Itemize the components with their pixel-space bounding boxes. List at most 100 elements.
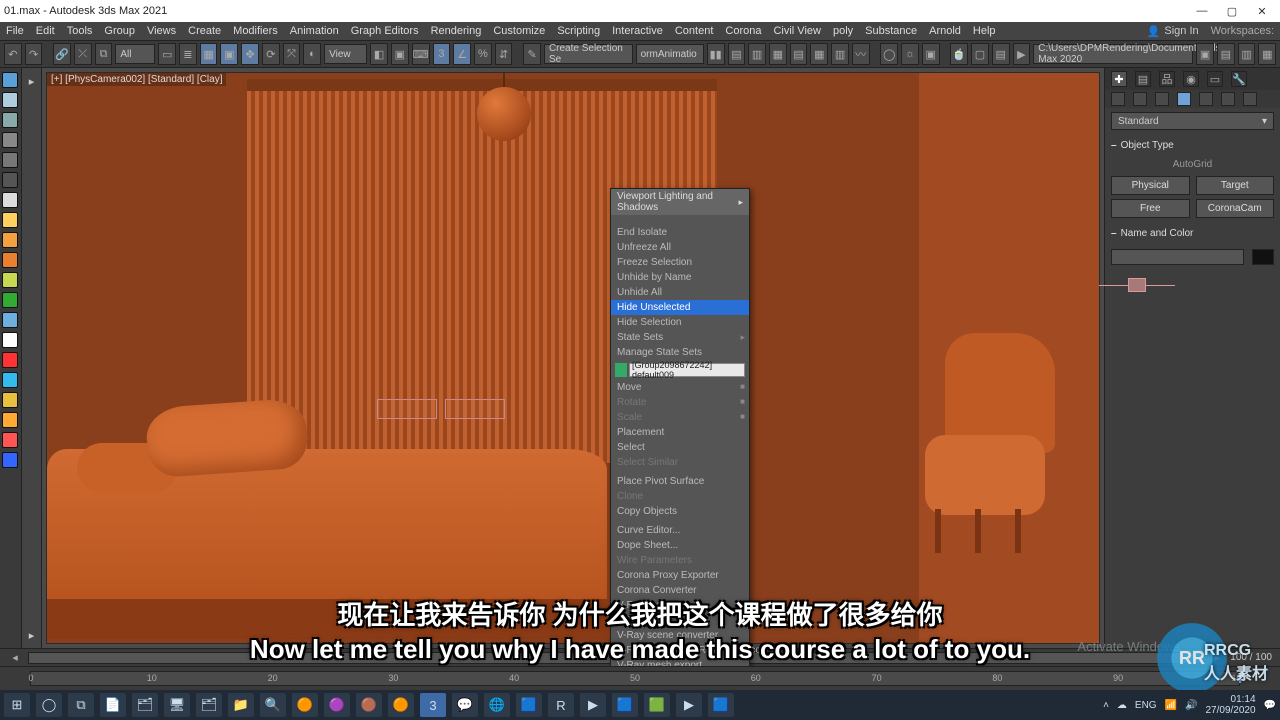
- quad-item-pivot-0[interactable]: Place Pivot Surface: [611, 474, 749, 489]
- object-color-swatch[interactable]: [1252, 249, 1274, 265]
- quad-item-transform-4[interactable]: Select: [611, 440, 749, 455]
- tray-up-icon[interactable]: ˄: [1103, 700, 1109, 711]
- tray-notifications-icon[interactable]: 💬: [1264, 700, 1276, 711]
- menu-scripting[interactable]: Scripting: [557, 25, 600, 37]
- move-button[interactable]: ✥: [241, 43, 259, 65]
- quad-item-display-7[interactable]: State Sets: [611, 330, 749, 345]
- taskbar-app-6[interactable]: 🔍: [260, 693, 286, 717]
- quad-object-name-field[interactable]: [Group2098672242] default009: [629, 363, 745, 377]
- display-tab[interactable]: ▭: [1207, 71, 1223, 87]
- create-physical-button[interactable]: Physical: [1111, 176, 1190, 195]
- menu-tools[interactable]: Tools: [67, 25, 93, 37]
- modify-tab[interactable]: ▤: [1135, 71, 1151, 87]
- quad-item-transform-3[interactable]: Placement: [611, 425, 749, 440]
- create-coronacam-button[interactable]: CoronaCam: [1196, 199, 1275, 218]
- task-view-button[interactable]: ⧉: [68, 693, 94, 717]
- rollout-name-and-color[interactable]: Name and Color: [1111, 228, 1274, 239]
- material-editor-button[interactable]: ◯: [880, 43, 898, 65]
- named-selection-dropdown[interactable]: Create Selection Se: [544, 44, 633, 64]
- angle-snap-button[interactable]: ∠: [453, 43, 471, 65]
- palette-swatch-19[interactable]: [2, 452, 18, 468]
- taskbar-app-16[interactable]: 🟩: [644, 693, 670, 717]
- mirror-button[interactable]: ▮▮: [707, 43, 725, 65]
- layer-explorer-button[interactable]: ▦: [810, 43, 828, 65]
- taskbar-app-3[interactable]: 🖥: [164, 693, 190, 717]
- taskbar-app-2[interactable]: 🗂: [132, 693, 158, 717]
- motion-tab[interactable]: ◉: [1183, 71, 1199, 87]
- render-region-button[interactable]: ▢: [971, 43, 989, 65]
- palette-swatch-7[interactable]: [2, 212, 18, 228]
- align-c-button[interactable]: ▥: [748, 43, 766, 65]
- quad-item-pivot-2[interactable]: Copy Objects: [611, 504, 749, 519]
- taskbar-app-8[interactable]: 🟣: [324, 693, 350, 717]
- bind-button[interactable]: ⧉: [95, 43, 113, 65]
- link-button[interactable]: 🔗: [53, 43, 71, 65]
- palette-swatch-11[interactable]: [2, 292, 18, 308]
- window-crossing-button[interactable]: ▣: [220, 43, 238, 65]
- object-class-dropdown[interactable]: Standard ▾: [1111, 112, 1274, 130]
- start-button[interactable]: ⊞: [4, 693, 30, 717]
- create-free-button[interactable]: Free: [1111, 199, 1190, 218]
- workspaces-label[interactable]: Workspaces:: [1211, 25, 1274, 37]
- palette-swatch-16[interactable]: [2, 392, 18, 408]
- quad-item-tools-4[interactable]: Corona Converter: [611, 583, 749, 598]
- menu-rendering[interactable]: Rendering: [431, 25, 482, 37]
- palette-swatch-15[interactable]: [2, 372, 18, 388]
- palette-swatch-0[interactable]: [2, 72, 18, 88]
- menu-poly[interactable]: poly: [833, 25, 853, 37]
- quad-item-transform-0[interactable]: Move: [611, 380, 749, 395]
- time-slider-left[interactable]: ◂: [8, 651, 22, 664]
- quad-item-tools-5[interactable]: V-Ray properties: [611, 598, 749, 613]
- palette-swatch-1[interactable]: [2, 92, 18, 108]
- render-production-button[interactable]: ▤: [992, 43, 1010, 65]
- palette-swatch-14[interactable]: [2, 352, 18, 368]
- tray-cloud-icon[interactable]: ☁: [1117, 700, 1127, 711]
- project-path-field[interactable]: C:\Users\DPMRendering\Documents\3ds Max …: [1033, 44, 1193, 64]
- menu-graph-editors[interactable]: Graph Editors: [351, 25, 419, 37]
- menu-civil-view[interactable]: Civil View: [773, 25, 820, 37]
- viewport-label[interactable]: [+] [PhysCamera002] [Standard] [Clay]: [47, 73, 226, 86]
- menu-interactive[interactable]: Interactive: [612, 25, 663, 37]
- cortana-button[interactable]: ◯: [36, 693, 62, 717]
- redo-button[interactable]: ↷: [25, 43, 43, 65]
- asset-2-button[interactable]: ▤: [1217, 43, 1235, 65]
- close-button[interactable]: ✕: [1248, 2, 1276, 20]
- palette-swatch-17[interactable]: [2, 412, 18, 428]
- ribbon-button[interactable]: ▥: [831, 43, 849, 65]
- object-name-input[interactable]: [1111, 249, 1244, 265]
- quad-item-display-8[interactable]: Manage State Sets: [611, 345, 749, 360]
- quad-item-tools-8[interactable]: V-Ray Bitmap to VRayBitmap converter: [611, 643, 749, 658]
- taskbar-app-5[interactable]: 📁: [228, 693, 254, 717]
- use-pivot-button[interactable]: ◧: [370, 43, 388, 65]
- quad-item-display-1[interactable]: Unfreeze All: [611, 240, 749, 255]
- palette-swatch-4[interactable]: [2, 152, 18, 168]
- camera-gizmo[interactable]: [1128, 278, 1146, 292]
- menu-arnold[interactable]: Arnold: [929, 25, 961, 37]
- viewport[interactable]: [+] [PhysCamera002] [Standard] [Clay]: [46, 72, 1100, 644]
- menu-customize[interactable]: Customize: [493, 25, 545, 37]
- undo-button[interactable]: ↶: [4, 43, 22, 65]
- percent-snap-button[interactable]: %: [474, 43, 492, 65]
- align-l-button[interactable]: ▤: [728, 43, 746, 65]
- palette-swatch-5[interactable]: [2, 172, 18, 188]
- palette-swatch-18[interactable]: [2, 432, 18, 448]
- quad-menu-header[interactable]: Viewport Lighting and Shadows ▸: [611, 189, 749, 215]
- menu-help[interactable]: Help: [973, 25, 996, 37]
- system-tray[interactable]: ˄ ☁ ENG 📶 🔊 01:14 27/09/2020 💬: [1103, 694, 1276, 716]
- named-sel-edit-button[interactable]: ✎: [523, 43, 541, 65]
- cat-helpers[interactable]: [1199, 92, 1213, 106]
- taskbar-3dsmax[interactable]: 3: [420, 693, 446, 717]
- menu-substance[interactable]: Substance: [865, 25, 917, 37]
- quad-item-tools-1[interactable]: Dope Sheet...: [611, 538, 749, 553]
- menu-animation[interactable]: Animation: [290, 25, 339, 37]
- palette-swatch-9[interactable]: [2, 252, 18, 268]
- cat-shapes[interactable]: [1133, 92, 1147, 106]
- render-setup-button[interactable]: ☼: [901, 43, 919, 65]
- taskbar-app-15[interactable]: 🟦: [612, 693, 638, 717]
- palette-swatch-8[interactable]: [2, 232, 18, 248]
- palette-swatch-2[interactable]: [2, 112, 18, 128]
- quad-item-display-5[interactable]: Hide Unselected: [611, 300, 749, 315]
- create-tab[interactable]: ✚: [1111, 71, 1127, 87]
- taskbar-whatsapp[interactable]: 💬: [452, 693, 478, 717]
- taskbar-app-18[interactable]: 🟦: [708, 693, 734, 717]
